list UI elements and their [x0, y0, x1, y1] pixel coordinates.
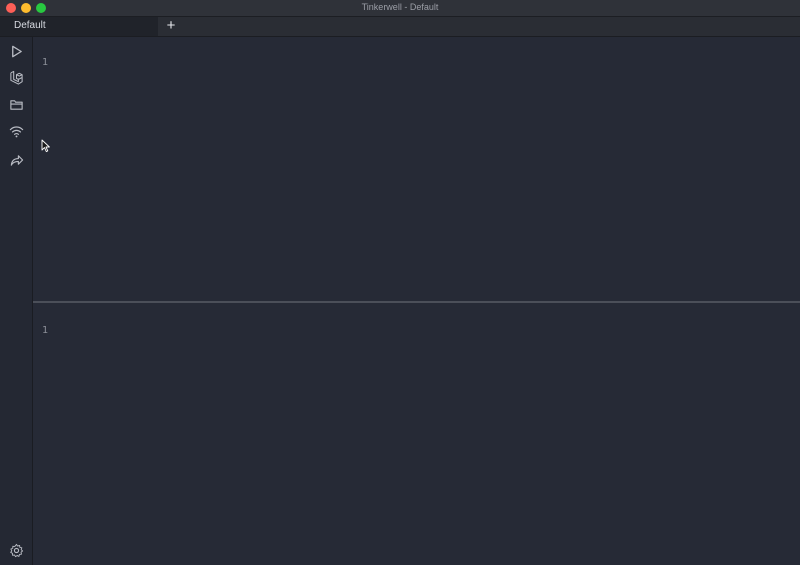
share-icon [10, 154, 23, 166]
connection-button[interactable] [6, 121, 26, 141]
window-title: Tinkerwell - Default [361, 2, 439, 12]
tab-bar: Default + [0, 17, 800, 37]
share-button[interactable] [6, 149, 26, 169]
laravel-icon [9, 70, 23, 85]
wifi-icon [9, 125, 23, 137]
open-folder-button[interactable] [6, 94, 26, 114]
folder-icon [9, 99, 23, 110]
mouse-pointer-icon [41, 139, 50, 153]
tab-default[interactable]: Default [0, 17, 158, 36]
settings-icon [9, 543, 23, 557]
add-tab-button[interactable]: + [164, 17, 178, 36]
laravel-button[interactable] [6, 67, 26, 87]
run-button[interactable] [6, 41, 26, 61]
code-editor[interactable]: 1 [33, 37, 800, 301]
output-panel: 1 [33, 303, 800, 565]
editor-line-number: 1 [42, 57, 49, 68]
output-line-number: 1 [42, 325, 49, 336]
settings-button[interactable] [6, 540, 26, 560]
run-icon [11, 45, 22, 57]
app-window: Tinkerwell - Default Default + 1 1 [0, 0, 800, 565]
sidebar [0, 37, 33, 565]
title-bar: Tinkerwell - Default [0, 0, 800, 17]
tab-label: Default [14, 20, 46, 31]
